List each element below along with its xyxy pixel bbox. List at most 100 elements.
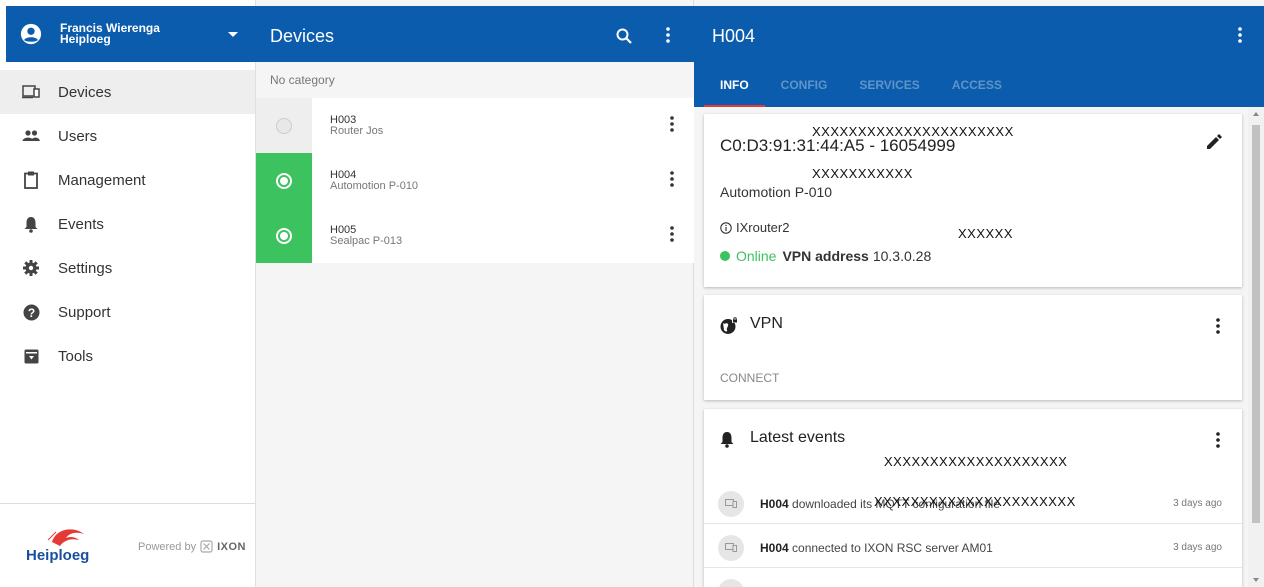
more-vert-icon[interactable] (670, 171, 674, 187)
tab-access[interactable]: ACCESS (936, 70, 1018, 107)
event-device: H004 (760, 540, 789, 555)
device-list-panel: Devices No category H003 Router Jos H004… (256, 0, 694, 587)
scrollbar-thumb[interactable] (1252, 125, 1260, 523)
sidebar-item-devices[interactable]: Devices (0, 70, 255, 114)
caret-down-icon[interactable] (228, 32, 238, 37)
device-subtitle: Sealpac P-013 (330, 234, 403, 247)
device-text: H004 Automotion P-010 (330, 169, 419, 192)
user-info: Francis Wierenga Heiploeg (60, 22, 160, 46)
category-header: No category (256, 62, 694, 98)
search-icon[interactable] (616, 28, 632, 44)
device-subtitle: Router Jos (330, 124, 384, 137)
sidebar-item-tools[interactable]: Tools (0, 334, 255, 378)
edit-pencil-icon[interactable] (1206, 134, 1222, 150)
radio-unchecked-icon[interactable] (276, 117, 292, 134)
device-list-title: Devices (270, 26, 335, 46)
sidebar-item-management[interactable]: Management (0, 158, 255, 202)
tab-config[interactable]: CONFIG (765, 70, 844, 107)
device-rows: H003 Router Jos H004 Automotion P-010 H0… (256, 98, 694, 263)
latest-events-card: Latest events XXXXXXXXXXXXXXXXXXXX H004 … (704, 409, 1242, 587)
event-time: 3 days ago (1173, 542, 1222, 553)
scrollbar[interactable] (1248, 107, 1264, 587)
device-list-header: Devices (256, 6, 694, 62)
sidebar-item-settings[interactable]: Settings (0, 246, 255, 290)
device-name: H003 (330, 113, 357, 126)
more-vert-icon[interactable] (670, 226, 674, 242)
device-select[interactable] (256, 153, 312, 208)
router-model-label: IXrouter2 (736, 220, 790, 235)
user-menu-header[interactable]: Francis Wierenga Heiploeg (6, 6, 256, 62)
more-vert-icon[interactable] (1216, 318, 1220, 334)
more-vert-icon[interactable] (666, 27, 670, 43)
vpn-connect-button[interactable]: CONNECT (720, 371, 779, 385)
vpn-address-value: 10.3.0.28 (872, 248, 932, 264)
heiploeg-logo: Heiploeg (26, 529, 89, 564)
radio-checked-icon[interactable] (276, 172, 292, 189)
sidebar-item-users[interactable]: Users (0, 114, 255, 158)
radio-checked-icon[interactable] (276, 227, 292, 244)
device-detail-header: H004 INFO CONFIG SERVICES ACCESS (694, 6, 1264, 107)
sidebar-item-support[interactable]: ? Support (0, 290, 255, 334)
clipboard-icon (22, 171, 40, 189)
device-status: Online VPN address 10.3.0.28 (720, 248, 931, 264)
sidebar-menu: Devices Users Management Events Settings (0, 70, 255, 378)
scroll-up-arrow-icon[interactable] (1253, 112, 1259, 116)
toolbox-icon (22, 347, 40, 365)
devices-icon (22, 83, 40, 101)
powered-by: Powered by IXON (138, 540, 246, 553)
tab-services[interactable]: SERVICES (843, 70, 935, 107)
sidebar-item-label: Support (58, 303, 111, 321)
device-event-icon (718, 490, 744, 517)
sidebar-item-label: Tools (58, 347, 94, 365)
device-event-icon (718, 534, 744, 561)
detail-tabs: INFO CONFIG SERVICES ACCESS (704, 70, 1018, 107)
info-icon (720, 221, 732, 234)
sidebar-item-label: Settings (58, 259, 113, 277)
device-select[interactable] (256, 208, 312, 263)
sidebar: Francis Wierenga Heiploeg Devices Users … (0, 0, 256, 587)
latest-events-title: Latest events (750, 429, 846, 446)
event-device: H004 (760, 496, 789, 511)
device-row-h003[interactable]: H003 Router Jos (256, 98, 694, 153)
online-status-icon (720, 251, 730, 261)
sidebar-item-label: Devices (58, 83, 112, 101)
gear-icon (22, 259, 40, 277)
device-text: H003 Router Jos (330, 113, 384, 137)
sidebar-item-label: Users (58, 127, 98, 145)
online-status-text: Online (736, 248, 777, 264)
event-row (704, 572, 1242, 587)
device-info-card: C0:D3:91:31:44:A5 - 16054999 XXXXXXXXXXX… (704, 114, 1242, 287)
event-time: 3 days ago (1173, 498, 1222, 509)
more-vert-icon[interactable] (1216, 432, 1220, 448)
device-event-icon (718, 579, 744, 587)
device-select[interactable] (256, 98, 312, 153)
tab-info[interactable]: INFO (704, 70, 765, 107)
scroll-down-arrow-icon[interactable] (1253, 578, 1259, 582)
device-row-h004[interactable]: H004 Automotion P-010 (256, 153, 694, 208)
event-row: H004 downloaded its MQTT configuration f… (704, 484, 1242, 524)
more-vert-icon[interactable] (1238, 27, 1242, 43)
bell-icon (22, 215, 40, 233)
svg-text:Heiploeg: Heiploeg (26, 547, 89, 564)
redaction-mask: XXXXXXXXXXXXXXXXXXXX (884, 454, 1068, 469)
vpn-globe-icon (720, 317, 738, 334)
device-detail-title: H004 (712, 26, 756, 46)
event-row: H004 connected to IXON RSC server AM01 3… (704, 528, 1242, 568)
redaction-mask: XXXXXXXXXXX (812, 166, 913, 181)
device-description: Automotion P-010 (720, 184, 833, 200)
device-text: H005 Sealpac P-013 (330, 223, 403, 247)
sidebar-item-events[interactable]: Events (0, 202, 255, 246)
device-detail-panel: H004 INFO CONFIG SERVICES ACCESS C0:D3:9… (694, 0, 1264, 587)
svg-text:?: ? (27, 305, 34, 319)
vpn-address-label: VPN address (782, 248, 869, 264)
redaction-mask: XXXXXXXXXXXXXXXXXXXXXX (812, 124, 1014, 139)
ixon-logo-icon (200, 540, 213, 553)
device-name: H005 (330, 223, 357, 236)
device-subtitle: Automotion P-010 (330, 179, 419, 192)
help-icon: ? (22, 303, 40, 321)
sidebar-footer: Heiploeg Powered by IXON (0, 503, 255, 587)
event-message: connected to IXON RSC server AM01 (792, 540, 993, 555)
more-vert-icon[interactable] (670, 116, 674, 132)
device-row-h005[interactable]: H005 Sealpac P-013 (256, 208, 694, 263)
user-company: Heiploeg (60, 32, 111, 46)
